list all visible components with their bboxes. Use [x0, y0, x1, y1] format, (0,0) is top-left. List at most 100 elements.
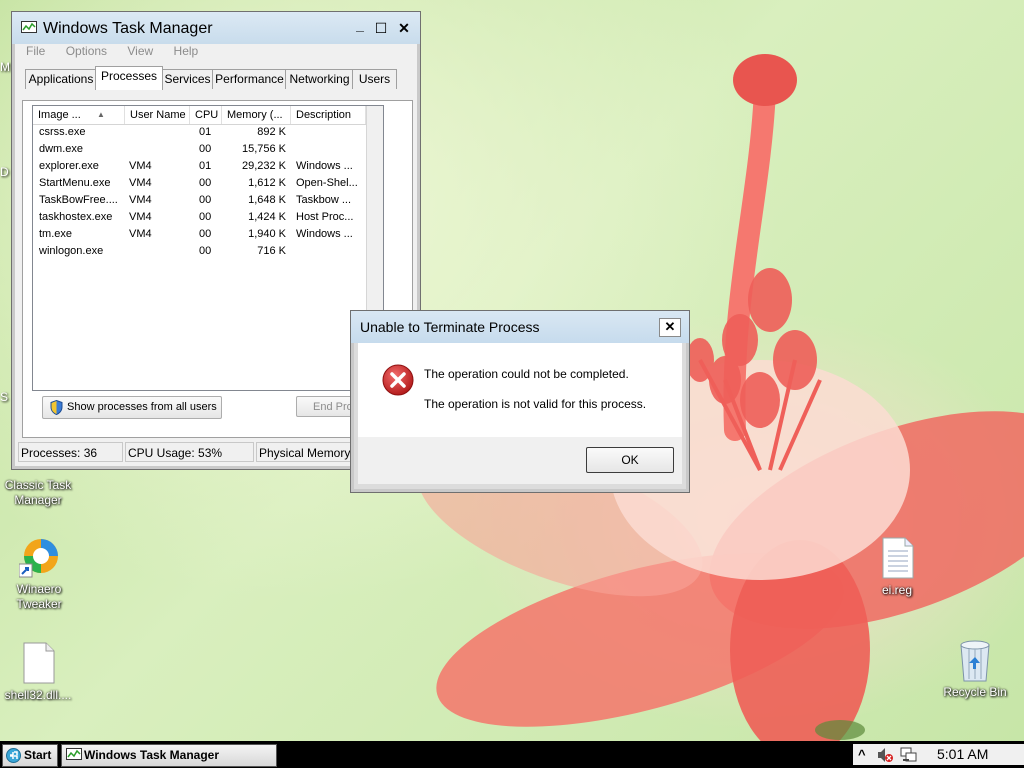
desktop-icon-recycle-bin[interactable]: Recycle Bin — [937, 639, 1013, 700]
column-header-user[interactable]: User Name — [125, 106, 190, 124]
cell-memory: 892 K — [257, 126, 286, 138]
cell-memory: 15,756 K — [241, 143, 286, 155]
desktop-icon-shell32[interactable]: shell32.dll.... — [0, 642, 76, 703]
cell-description: Host Proc... — [296, 211, 354, 223]
desktop-icon-ei-reg[interactable]: ei.reg — [859, 537, 935, 598]
sort-ascending-icon: ▲ — [97, 110, 105, 119]
dialog-title-bar[interactable]: Unable to Terminate Process ✕ — [351, 311, 689, 343]
tab-processes[interactable]: Processes — [95, 66, 163, 90]
taskbar-task-manager-button[interactable]: Windows Task Manager — [61, 744, 277, 767]
cell-cpu: 00 — [199, 228, 212, 240]
desktop-icon-label: Winaero Tweaker — [16, 582, 62, 611]
table-row[interactable]: tm.exe VM4 00 1,940 K Windows ... — [33, 226, 383, 243]
cell-cpu: 01 — [199, 160, 212, 172]
tab-services[interactable]: Services — [161, 69, 214, 89]
cell-memory: 1,940 K — [248, 228, 286, 240]
tab-performance[interactable]: Performance — [212, 69, 287, 89]
tab-applications[interactable]: Applications — [25, 69, 97, 89]
ok-button[interactable]: OK — [586, 447, 674, 473]
tab-users[interactable]: Users — [352, 69, 397, 89]
table-row[interactable]: csrss.exe 01 892 K — [33, 124, 383, 141]
process-list-header: Image ... ▲ User Name CPU Memory (... De… — [33, 106, 383, 125]
table-row[interactable]: StartMenu.exe VM4 00 1,612 K Open-Shel... — [33, 175, 383, 192]
dialog-message-primary: The operation could not be completed. — [424, 367, 629, 381]
desktop-icon-winaero-tweaker[interactable]: Winaero Tweaker — [1, 536, 77, 612]
cell-cpu: 00 — [199, 194, 212, 206]
table-row[interactable]: dwm.exe 00 15,756 K — [33, 141, 383, 158]
cell-image: dwm.exe — [39, 143, 84, 155]
desktop-icon-label: Recycle Bin — [943, 685, 1007, 699]
cell-image: StartMenu.exe — [39, 177, 111, 189]
cell-memory: 1,424 K — [248, 211, 286, 223]
cell-image: taskhostex.exe — [39, 211, 113, 223]
dialog-footer: OK — [358, 437, 682, 484]
start-button[interactable]: Start — [2, 744, 58, 767]
desktop-edge-label: D — [0, 165, 9, 179]
table-row[interactable]: explorer.exe VM4 01 29,232 K Windows ... — [33, 158, 383, 175]
menu-options[interactable]: Options — [66, 44, 107, 58]
cell-description: Open-Shel... — [296, 177, 358, 189]
notification-area: ^ 5:01 AM — [853, 744, 1024, 765]
table-row[interactable]: TaskBowFree.... VM4 00 1,648 K Taskbow ... — [33, 192, 383, 209]
menu-help[interactable]: Help — [174, 44, 199, 58]
show-all-processes-button[interactable]: Show processes from all users — [42, 396, 222, 419]
cell-user-name: VM4 — [129, 160, 152, 172]
tray-chevron-icon[interactable]: ^ — [858, 744, 866, 765]
cell-image: winlogon.exe — [39, 245, 104, 257]
file-icon — [18, 642, 58, 684]
taskbar-task-label: Windows Task Manager — [84, 748, 220, 762]
cell-memory: 29,232 K — [241, 160, 286, 172]
cell-description: Windows ... — [296, 228, 353, 240]
volume-muted-icon[interactable] — [876, 747, 894, 766]
cell-cpu: 00 — [199, 211, 212, 223]
error-dialog[interactable]: Unable to Terminate Process ✕ The operat… — [350, 310, 690, 493]
close-button[interactable]: ✕ — [393, 20, 415, 38]
uac-shield-icon — [50, 399, 63, 422]
cell-memory: 1,648 K — [248, 194, 286, 206]
process-rows: csrss.exe 01 892 K dwm.exe 00 15,756 K explore… — [33, 124, 383, 260]
desktop-icon-classic-task-manager[interactable]: Classic Task Manager — [0, 478, 76, 508]
maximize-button[interactable]: ☐ — [370, 20, 392, 38]
tab-networking[interactable]: Networking — [285, 69, 354, 89]
cell-cpu: 00 — [199, 245, 212, 257]
network-icon[interactable] — [900, 747, 918, 766]
recycle-bin-icon — [955, 639, 995, 682]
clock[interactable]: 5:01 AM — [937, 744, 988, 765]
cell-memory: 1,612 K — [248, 177, 286, 189]
cell-memory: 716 K — [257, 245, 286, 257]
cell-image: tm.exe — [39, 228, 73, 240]
table-row[interactable]: taskhostex.exe VM4 00 1,424 K Host Proc... — [33, 209, 383, 226]
process-list[interactable]: Image ... ▲ User Name CPU Memory (... De… — [32, 105, 384, 391]
column-header-label: Image ... — [38, 109, 81, 121]
column-header-image[interactable]: Image ... ▲ — [33, 106, 125, 124]
task-manager-icon — [66, 748, 82, 768]
cell-user-name: VM4 — [129, 228, 152, 240]
cell-image: explorer.exe — [39, 160, 99, 172]
cell-description: Windows ... — [296, 160, 353, 172]
dialog-body: The operation could not be completed. Th… — [358, 343, 682, 437]
cell-cpu: 01 — [199, 126, 212, 138]
desktop-edge-label: S — [0, 390, 9, 404]
dialog-title: Unable to Terminate Process — [360, 319, 540, 335]
cell-cpu: 00 — [199, 143, 212, 155]
cell-user-name: VM4 — [129, 211, 152, 223]
dialog-message-secondary: The operation is not valid for this proc… — [424, 397, 647, 411]
minimize-button[interactable]: _ — [349, 18, 371, 38]
start-label: Start — [24, 748, 52, 762]
cell-cpu: 00 — [199, 177, 212, 189]
table-row[interactable]: winlogon.exe 00 716 K — [33, 243, 383, 260]
desktop-icon-label: Classic Task Manager — [4, 478, 72, 507]
window-title: Windows Task Manager — [43, 20, 213, 37]
start-orb-icon — [6, 748, 21, 769]
status-cpu-usage: CPU Usage: 53% — [125, 442, 254, 462]
menu-file[interactable]: File — [26, 44, 45, 58]
cell-description: Taskbow ... — [296, 194, 352, 206]
column-header-memory[interactable]: Memory (... — [222, 106, 291, 124]
task-manager-title-bar[interactable]: Windows Task Manager _ ☐ ✕ — [12, 12, 420, 44]
cell-user-name: VM4 — [129, 177, 152, 189]
menu-view[interactable]: View — [127, 44, 153, 58]
registry-file-icon — [877, 537, 917, 579]
dialog-close-button[interactable]: ✕ — [659, 318, 681, 337]
column-header-cpu[interactable]: CPU — [190, 106, 222, 124]
column-header-description[interactable]: Description — [291, 106, 366, 124]
